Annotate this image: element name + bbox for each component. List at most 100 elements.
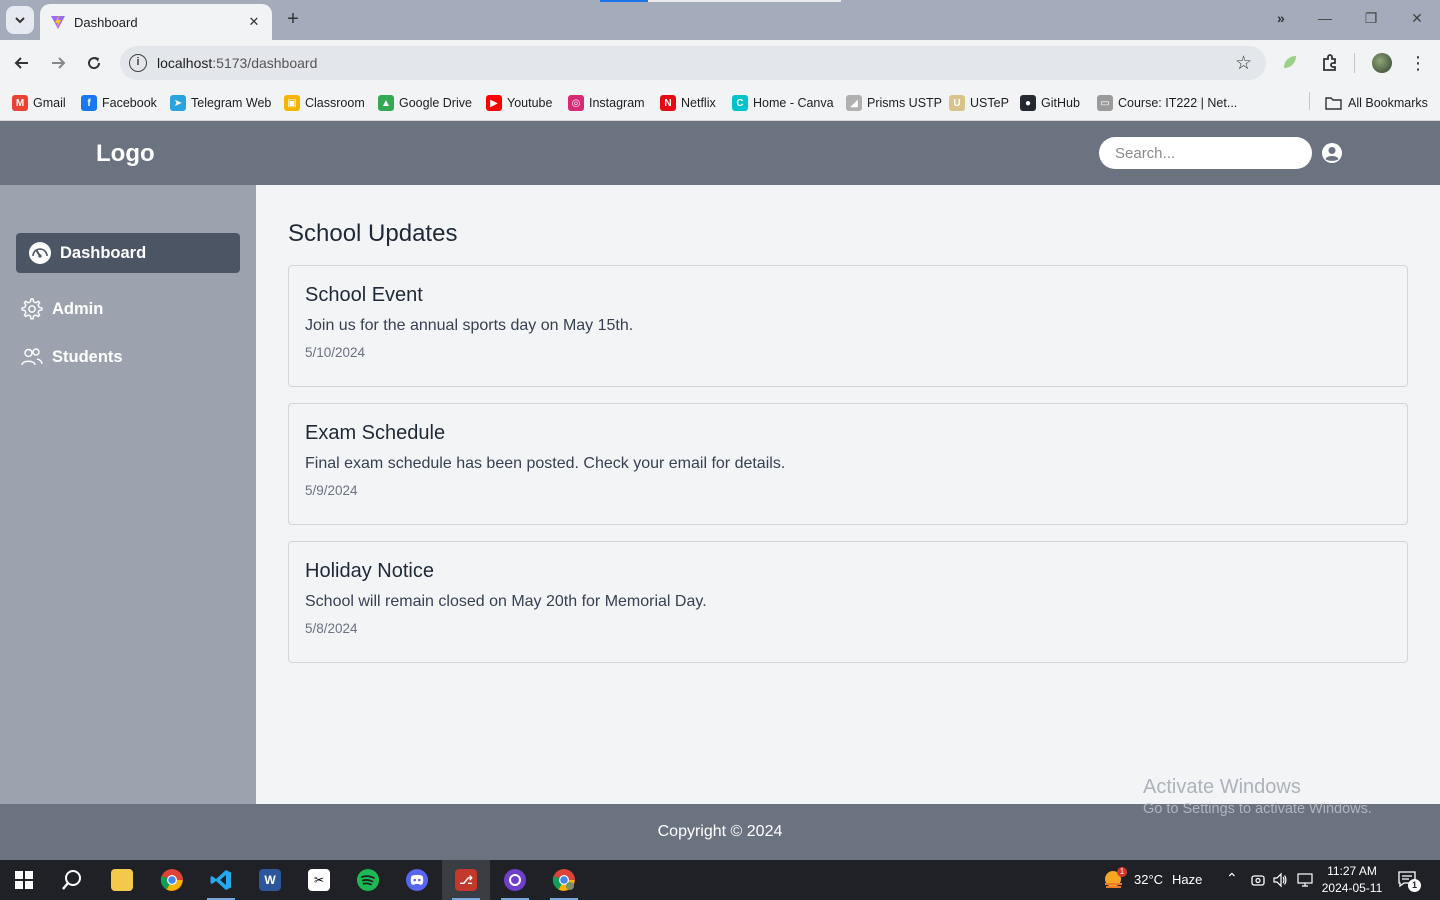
system-clock[interactable]: 11:27 AM 2024-05-11 (1318, 863, 1386, 897)
facebook-icon: f (81, 95, 97, 111)
bookmark-item[interactable]: ▭ Course: IT222 | Net... (1097, 92, 1237, 114)
bookmark-label: Youtube (507, 96, 553, 110)
volume-icon[interactable] (1272, 872, 1288, 888)
all-bookmarks-label: All Bookmarks (1348, 96, 1428, 110)
bookmark-item[interactable]: C Home - Canva (732, 92, 834, 114)
bookmark-star-icon[interactable]: ☆ (1235, 52, 1252, 75)
close-window-icon[interactable]: ✕ (1407, 10, 1427, 27)
more-bookmarks-icon[interactable]: » (1277, 10, 1285, 26)
sidebar-item-label: Dashboard (60, 243, 147, 262)
update-card: School Event Join us for the annual spor… (288, 265, 1408, 387)
bookmark-label: Netflix (681, 96, 716, 110)
bookmark-item[interactable]: ▣ Classroom (284, 92, 365, 114)
restore-window-icon[interactable]: ❐ (1361, 10, 1381, 27)
bookmarks-divider (1309, 92, 1310, 110)
notification-count: 1 (1408, 879, 1421, 892)
start-button[interactable] (0, 860, 48, 900)
bookmark-label: Course: IT222 | Net... (1118, 96, 1238, 110)
vite-favicon-icon (51, 15, 65, 29)
update-date: 5/9/2024 (305, 483, 358, 498)
sidebar-item-dashboard[interactable]: Dashboard (16, 233, 240, 273)
taskbar-file-explorer[interactable] (98, 860, 146, 900)
sidebar: Dashboard Admin Students (0, 185, 256, 804)
tab-close-icon[interactable]: ✕ (246, 14, 262, 30)
ustep-icon: U (949, 95, 965, 111)
tab-search-button[interactable] (6, 6, 34, 34)
taskbar-github-desktop[interactable] (491, 860, 539, 900)
bookmark-label: Gmail (33, 96, 66, 110)
reload-icon[interactable] (82, 51, 106, 75)
app-header: Logo (0, 121, 1440, 185)
all-bookmarks-button[interactable]: All Bookmarks (1325, 92, 1428, 114)
update-body: Join us for the annual sports day on May… (305, 317, 634, 334)
chrome-icon (160, 869, 183, 891)
bookmark-item[interactable]: ▲ Google Drive (378, 92, 472, 114)
bookmark-label: Facebook (102, 96, 157, 110)
weather-badge: 1 (1117, 867, 1127, 877)
watermark-subtitle: Go to Settings to activate Windows. (1143, 801, 1372, 817)
bookmark-label: Prisms USTP (867, 96, 942, 110)
clock-time: 11:27 AM (1327, 864, 1377, 878)
page-title: School Updates (288, 220, 458, 247)
taskbar-discord[interactable] (393, 860, 441, 900)
browser-menu-icon[interactable]: ⋮ (1406, 51, 1430, 75)
taskbar-chrome-profile[interactable] (540, 860, 588, 900)
taskbar-spotify[interactable] (344, 860, 392, 900)
gauge-icon (29, 242, 51, 264)
bookmark-item[interactable]: U USTeP (949, 92, 1009, 114)
address-bar[interactable]: i localhost:5173/dashboard ☆ (120, 46, 1266, 80)
toolbar-divider (1354, 53, 1355, 73)
new-tab-button[interactable]: + (282, 8, 304, 30)
chevron-up-icon[interactable]: ⌃ (1226, 870, 1238, 887)
back-arrow-icon[interactable] (10, 51, 34, 75)
bookmark-label: Home - Canva (753, 96, 834, 110)
minimize-window-icon[interactable]: — (1315, 10, 1335, 26)
extensions-puzzle-icon[interactable] (1318, 51, 1342, 75)
gear-icon (21, 298, 43, 320)
app-logo[interactable]: Logo (96, 140, 155, 168)
github-desktop-icon (504, 869, 526, 891)
folder-icon (1325, 97, 1342, 110)
activate-windows-watermark: Activate Windows Go to Settings to activ… (1143, 776, 1372, 817)
bookmark-item[interactable]: f Facebook (81, 92, 157, 114)
taskbar-chrome[interactable] (148, 860, 196, 900)
forward-arrow-icon[interactable] (46, 51, 70, 75)
chevron-down-icon (15, 17, 25, 24)
bookmark-item[interactable]: ➤ Telegram Web (170, 92, 271, 114)
sidebar-item-admin[interactable]: Admin (16, 289, 240, 329)
sidebar-item-students[interactable]: Students (16, 337, 240, 377)
loading-track (648, 0, 841, 2)
meet-now-icon[interactable] (1251, 873, 1265, 887)
update-title: Holiday Notice (305, 560, 434, 582)
user-circle-icon[interactable] (1322, 143, 1342, 163)
bookmark-item[interactable]: ◢ Prisms USTP (846, 92, 942, 114)
profile-avatar[interactable] (1372, 53, 1392, 73)
bookmark-label: GitHub (1041, 96, 1080, 110)
weather-widget[interactable]: 1 32°C Haze (1100, 860, 1208, 900)
taskbar-capcut[interactable]: ✂ (295, 860, 343, 900)
canva-icon: C (732, 95, 748, 111)
search-input[interactable] (1099, 137, 1312, 169)
update-title: School Event (305, 284, 423, 306)
gmail-icon: M (12, 95, 28, 111)
address-url[interactable]: localhost:5173/dashboard (157, 55, 317, 71)
browser-tab-dashboard[interactable]: Dashboard ✕ (40, 4, 272, 40)
browser-toolbar: i localhost:5173/dashboard ☆ ⋮ (0, 40, 1440, 86)
discord-icon (406, 869, 428, 891)
notifications-button[interactable]: 1 (1396, 868, 1422, 892)
git-client-icon: ⎇ (455, 869, 477, 891)
sidebar-item-label: Admin (52, 299, 104, 318)
bookmark-item[interactable]: ◎ Instagram (568, 92, 645, 114)
taskbar-git-app[interactable]: ⎇ (442, 860, 490, 900)
network-icon[interactable] (1297, 872, 1313, 888)
bookmark-item[interactable]: ▶ Youtube (486, 92, 552, 114)
bookmark-item[interactable]: ● GitHub (1020, 92, 1080, 114)
taskbar-vscode[interactable] (197, 860, 245, 900)
bookmark-item[interactable]: M Gmail (12, 92, 66, 114)
taskbar-word[interactable]: W (246, 860, 294, 900)
extension-leaf-icon[interactable] (1282, 54, 1298, 70)
bookmark-label: Classroom (305, 96, 365, 110)
site-info-icon[interactable]: i (129, 54, 147, 72)
bookmark-item[interactable]: N Netflix (660, 92, 716, 114)
taskbar-search-button[interactable] (48, 860, 96, 900)
